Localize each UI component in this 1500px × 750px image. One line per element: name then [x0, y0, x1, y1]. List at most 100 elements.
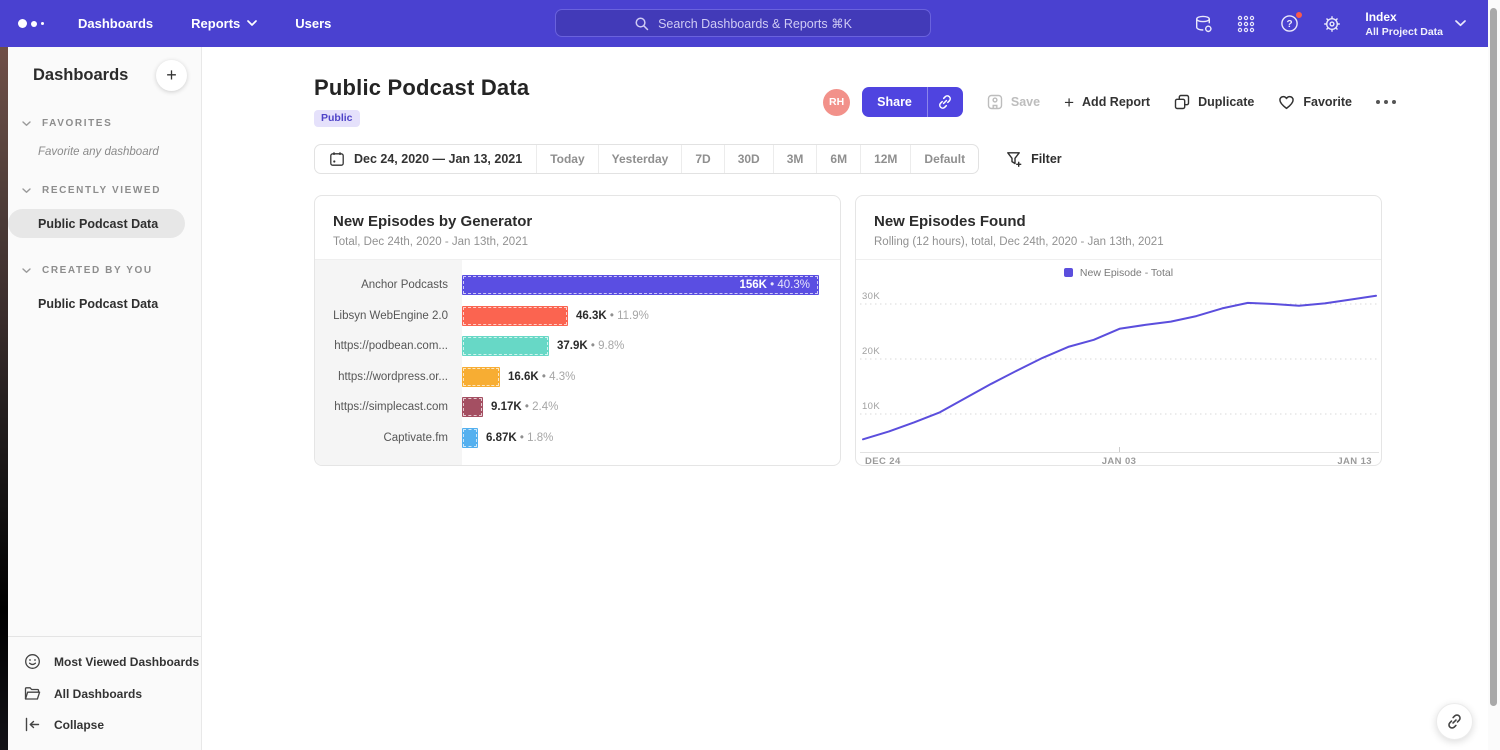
date-preset-yesterday[interactable]: Yesterday: [598, 145, 682, 173]
sidebar-section-created-by-you: CREATED BY YOU Public Podcast Data: [8, 265, 201, 318]
sidebar-item-public-podcast-data[interactable]: Public Podcast Data: [8, 289, 201, 318]
scrollbar-track: [1488, 0, 1500, 750]
copy-link-fab[interactable]: [1436, 703, 1473, 740]
add-report-button[interactable]: + Add Report: [1064, 94, 1150, 111]
search-placeholder: Search Dashboards & Reports ⌘K: [658, 16, 852, 31]
bar-chart-subtitle: Total, Dec 24th, 2020 - Jan 13th, 2021: [333, 236, 822, 248]
bar-category-label: https://podbean.com...: [315, 331, 462, 362]
more-menu-button[interactable]: [1376, 100, 1396, 104]
date-range-picker[interactable]: Dec 24, 2020 — Jan 13, 2021: [315, 145, 536, 173]
bar-row: 46.3K • 11.9%: [462, 301, 840, 332]
bar-chart-bars: 156K • 40.3%46.3K • 11.9%37.9K • 9.8%16.…: [462, 260, 840, 466]
date-preset-6m[interactable]: 6M: [816, 145, 860, 173]
chevron-down-icon: [247, 20, 257, 27]
calendar-icon: [329, 151, 345, 167]
header-actions: RH Share: [823, 87, 1396, 117]
duplicate-button[interactable]: Duplicate: [1174, 94, 1254, 110]
smiley-icon: [24, 653, 41, 670]
date-preset-today[interactable]: Today: [536, 145, 597, 173]
bar-value-label: 6.87K • 1.8%: [486, 432, 553, 444]
sidebar-section-favorites: FAVORITES Favorite any dashboard: [8, 118, 201, 158]
all-dashboards-button[interactable]: All Dashboards: [8, 678, 201, 709]
scrollbar-thumb[interactable]: [1490, 8, 1497, 706]
link-icon: [937, 94, 953, 110]
add-dashboard-button[interactable]: +: [156, 60, 187, 91]
bar-segment[interactable]: [462, 367, 500, 387]
bar-value-label: 37.9K • 9.8%: [557, 340, 624, 352]
project-subtitle: All Project Data: [1365, 26, 1443, 38]
date-range-group: Dec 24, 2020 — Jan 13, 2021 TodayYesterd…: [314, 144, 979, 174]
date-preset-30d[interactable]: 30D: [724, 145, 773, 173]
sidebar-item-public-podcast-data[interactable]: Public Podcast Data: [8, 209, 185, 238]
search-input[interactable]: Search Dashboards & Reports ⌘K: [555, 9, 931, 37]
save-label: Save: [1011, 95, 1040, 109]
line-chart-plot[interactable]: 10K20K30K: [860, 283, 1379, 453]
nav-tab-dashboards[interactable]: Dashboards: [78, 16, 153, 31]
line-chart-title: New Episodes Found: [874, 213, 1363, 230]
section-label: CREATED BY YOU: [42, 265, 153, 276]
legend-label: New Episode - Total: [1080, 267, 1173, 279]
favorite-label: Favorite: [1303, 95, 1352, 109]
add-report-label: Add Report: [1082, 95, 1150, 109]
share-link-button[interactable]: [927, 87, 963, 117]
most-viewed-dashboards-button[interactable]: Most Viewed Dashboards: [8, 645, 201, 678]
nav-tab-reports[interactable]: Reports: [191, 16, 257, 31]
project-name: Index: [1365, 10, 1443, 24]
navbar-right: ? Index All Project Data: [1193, 10, 1466, 38]
apps-grid-icon[interactable]: [1236, 14, 1256, 34]
project-selector[interactable]: Index All Project Data: [1365, 10, 1466, 38]
plus-icon: +: [1064, 94, 1074, 111]
bar-segment[interactable]: [462, 336, 549, 356]
duplicate-icon: [1174, 94, 1190, 110]
help-icon[interactable]: ?: [1279, 14, 1299, 34]
nav-tab-users[interactable]: Users: [295, 16, 331, 31]
bar-segment[interactable]: [462, 428, 478, 448]
top-navbar: Dashboards Reports Users Search Dashboar…: [0, 0, 1500, 47]
settings-gear-icon[interactable]: [1322, 14, 1342, 34]
favorite-button[interactable]: Favorite: [1278, 94, 1352, 110]
date-preset-12m[interactable]: 12M: [860, 145, 910, 173]
nav-tab-label: Users: [295, 16, 331, 31]
mixpanel-logo-icon[interactable]: [18, 19, 52, 28]
section-header-favorites[interactable]: FAVORITES: [8, 118, 201, 129]
page-title: Public Podcast Data: [314, 75, 529, 101]
avatar[interactable]: RH: [823, 89, 850, 116]
bar-category-label: Captivate.fm: [315, 423, 462, 454]
date-toolbar: Dec 24, 2020 — Jan 13, 2021 TodayYesterd…: [202, 144, 1500, 174]
search-icon: [634, 16, 649, 31]
line-chart-legend: New Episode - Total: [856, 262, 1381, 283]
section-header-recently-viewed[interactable]: RECENTLY VIEWED: [8, 185, 201, 196]
bar-chart-labels: Anchor PodcastsLibsyn WebEngine 2.0https…: [315, 260, 462, 466]
line-series[interactable]: [863, 296, 1376, 440]
folder-icon: [24, 686, 41, 701]
svg-text:30K: 30K: [862, 291, 880, 302]
bar-category-label: Libsyn WebEngine 2.0: [315, 301, 462, 332]
section-label: RECENTLY VIEWED: [42, 185, 161, 196]
nav-tab-label: Dashboards: [78, 16, 153, 31]
bar-segment[interactable]: [462, 306, 568, 326]
footer-item-label: All Dashboards: [54, 687, 142, 701]
bar-category-label: https://simplecast.com: [315, 392, 462, 423]
bar-row: 37.9K • 9.8%: [462, 331, 840, 362]
date-preset-default[interactable]: Default: [910, 145, 978, 173]
bar-value-label: 9.17K • 2.4%: [491, 401, 558, 413]
legend-swatch: [1064, 268, 1073, 277]
date-preset-7d[interactable]: 7D: [681, 145, 723, 173]
bar-row: 9.17K • 2.4%: [462, 392, 840, 423]
collapse-sidebar-button[interactable]: Collapse: [8, 709, 201, 740]
chevron-down-icon: [22, 188, 31, 194]
section-header-created-by-you[interactable]: CREATED BY YOU: [8, 265, 201, 276]
bar-category-label: https://wordpress.or...: [315, 362, 462, 393]
bar-value-label: 46.3K • 11.9%: [576, 310, 649, 322]
data-management-icon[interactable]: [1193, 14, 1213, 34]
bar-segment[interactable]: 156K • 40.3%: [462, 275, 819, 295]
x-tick-label: JAN 03: [1102, 456, 1137, 466]
nav-tabs: Dashboards Reports Users: [78, 16, 331, 31]
collapse-icon: [24, 717, 41, 732]
date-preset-3m[interactable]: 3M: [773, 145, 817, 173]
filter-button[interactable]: Filter: [1006, 151, 1062, 168]
save-button[interactable]: Save: [987, 94, 1040, 110]
share-button[interactable]: Share: [862, 87, 927, 117]
bar-segment[interactable]: [462, 397, 483, 417]
x-tick-label: DEC 24: [865, 456, 901, 466]
